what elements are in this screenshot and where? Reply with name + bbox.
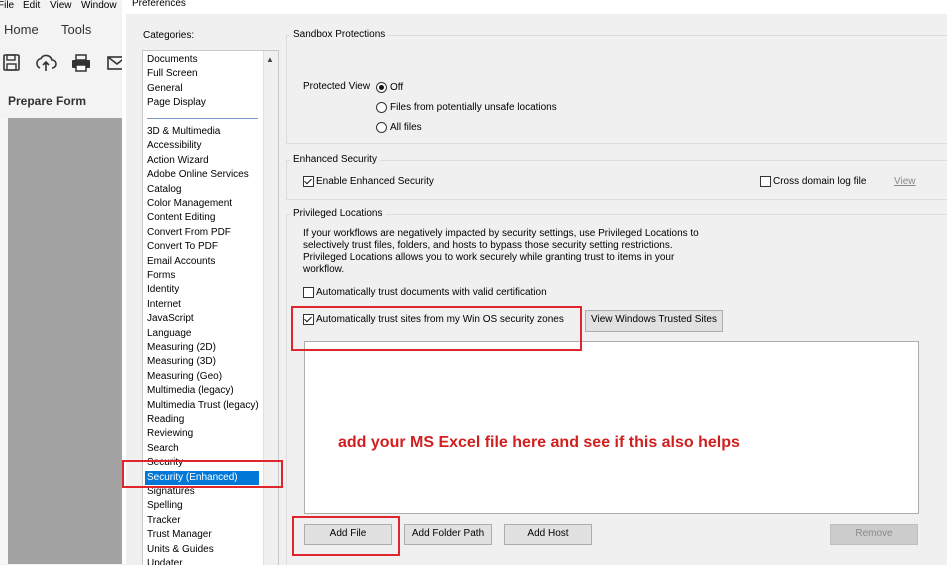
save-icon[interactable] xyxy=(1,52,23,74)
dialog-title-bar: Preferences xyxy=(126,0,947,14)
categories-label: Categories: xyxy=(143,30,195,41)
radio-off-label: Off xyxy=(390,82,404,93)
radio-unsafe-locations[interactable] xyxy=(376,102,387,113)
auto-trust-certified-checkbox[interactable] xyxy=(303,287,314,298)
add-host-button[interactable]: Add Host xyxy=(504,524,592,545)
category-item[interactable]: Measuring (Geo) xyxy=(147,370,222,384)
enable-enhanced-security-checkbox[interactable] xyxy=(303,176,314,187)
tab-home[interactable]: Home xyxy=(4,22,39,37)
app-toolbar xyxy=(0,48,127,78)
description-line: If your workflows are negatively impacte… xyxy=(303,228,699,239)
view-log-link[interactable]: View xyxy=(894,176,916,187)
cross-domain-label: Cross domain log file xyxy=(773,176,867,187)
menu-window[interactable]: Window xyxy=(81,0,117,11)
radio-all-files-label: All files xyxy=(390,122,422,133)
category-item[interactable]: Full Screen xyxy=(147,67,198,81)
category-item[interactable]: Measuring (3D) xyxy=(147,355,216,369)
category-item[interactable]: Accessibility xyxy=(147,139,201,153)
category-item[interactable]: Catalog xyxy=(147,183,181,197)
category-item[interactable]: Content Editing xyxy=(147,211,215,225)
cross-domain-checkbox[interactable] xyxy=(760,176,771,187)
menu-bar: File Edit View Window xyxy=(0,0,126,14)
category-item[interactable]: Language xyxy=(147,327,192,341)
tab-tools[interactable]: Tools xyxy=(61,22,91,37)
description-line: Privileged Locations allows you to work … xyxy=(303,252,675,263)
upload-icon[interactable] xyxy=(35,52,57,74)
category-item[interactable]: 3D & Multimedia xyxy=(147,125,220,139)
remove-button[interactable]: Remove xyxy=(830,524,918,545)
sandbox-title: Sandbox Protections xyxy=(290,29,389,40)
category-item[interactable]: Trust Manager xyxy=(147,528,212,542)
category-item[interactable]: Identity xyxy=(147,283,179,297)
scroll-up-icon[interactable]: ▲ xyxy=(266,55,274,64)
privileged-description: If your workflows are negatively impacte… xyxy=(303,228,703,276)
category-item[interactable]: Action Wizard xyxy=(147,154,209,168)
protected-view-label: Protected View xyxy=(303,81,371,92)
category-item[interactable]: Multimedia Trust (legacy) xyxy=(147,399,259,413)
enhanced-security-title: Enhanced Security xyxy=(290,154,380,165)
privileged-locations-title: Privileged Locations xyxy=(290,208,386,219)
category-item[interactable]: Documents xyxy=(147,53,198,67)
document-area xyxy=(8,118,122,564)
category-item[interactable]: JavaScript xyxy=(147,312,194,326)
menu-file[interactable]: File xyxy=(0,0,14,11)
privileged-locations-list[interactable] xyxy=(304,341,919,514)
category-separator xyxy=(147,118,258,119)
add-folder-path-button[interactable]: Add Folder Path xyxy=(404,524,492,545)
category-item[interactable]: Forms xyxy=(147,269,175,283)
category-item[interactable]: Multimedia (legacy) xyxy=(147,384,234,398)
radio-all-files[interactable] xyxy=(376,122,387,133)
radio-off[interactable] xyxy=(376,82,387,93)
menu-view[interactable]: View xyxy=(50,0,72,11)
view-windows-trusted-sites-button[interactable]: View Windows Trusted Sites xyxy=(585,310,723,332)
dialog-title: Preferences xyxy=(132,0,186,9)
acrobat-app-window: File Edit View Window Home Tools Prepare… xyxy=(0,0,127,564)
category-item[interactable]: Adobe Online Services xyxy=(147,168,249,182)
radio-unsafe-locations-label: Files from potentially unsafe locations xyxy=(390,102,557,113)
description-line: selectively trust files, folders, and ho… xyxy=(303,240,673,251)
category-item[interactable]: Tracker xyxy=(147,514,181,528)
category-item[interactable]: Search xyxy=(147,442,179,456)
category-item[interactable]: Page Display xyxy=(147,96,206,110)
category-item[interactable]: Reviewing xyxy=(147,427,193,441)
annotation-text: add your MS Excel file here and see if t… xyxy=(338,434,740,451)
app-tabs: Home Tools xyxy=(0,14,126,46)
category-item[interactable]: Email Accounts xyxy=(147,255,215,269)
category-item[interactable]: Reading xyxy=(147,413,184,427)
category-item[interactable]: General xyxy=(147,82,183,96)
menu-edit[interactable]: Edit xyxy=(23,0,40,11)
highlight-security-enhanced xyxy=(122,460,283,488)
print-icon[interactable] xyxy=(70,52,92,74)
category-item[interactable]: Internet xyxy=(147,298,181,312)
enable-enhanced-security-label: Enable Enhanced Security xyxy=(316,176,434,187)
highlight-auto-trust-sites xyxy=(291,306,582,351)
category-item[interactable]: Spelling xyxy=(147,499,183,513)
auto-trust-certified-label: Automatically trust documents with valid… xyxy=(316,287,547,298)
category-item[interactable]: Units & Guides xyxy=(147,543,214,557)
description-line: workflow. xyxy=(303,264,345,275)
category-item[interactable]: Convert To PDF xyxy=(147,240,218,254)
category-item[interactable]: Measuring (2D) xyxy=(147,341,216,355)
highlight-add-file xyxy=(292,516,400,556)
category-item[interactable]: Color Management xyxy=(147,197,232,211)
category-item[interactable]: Convert From PDF xyxy=(147,226,231,240)
left-strip xyxy=(0,118,8,564)
panel-title: Prepare Form xyxy=(8,94,87,108)
